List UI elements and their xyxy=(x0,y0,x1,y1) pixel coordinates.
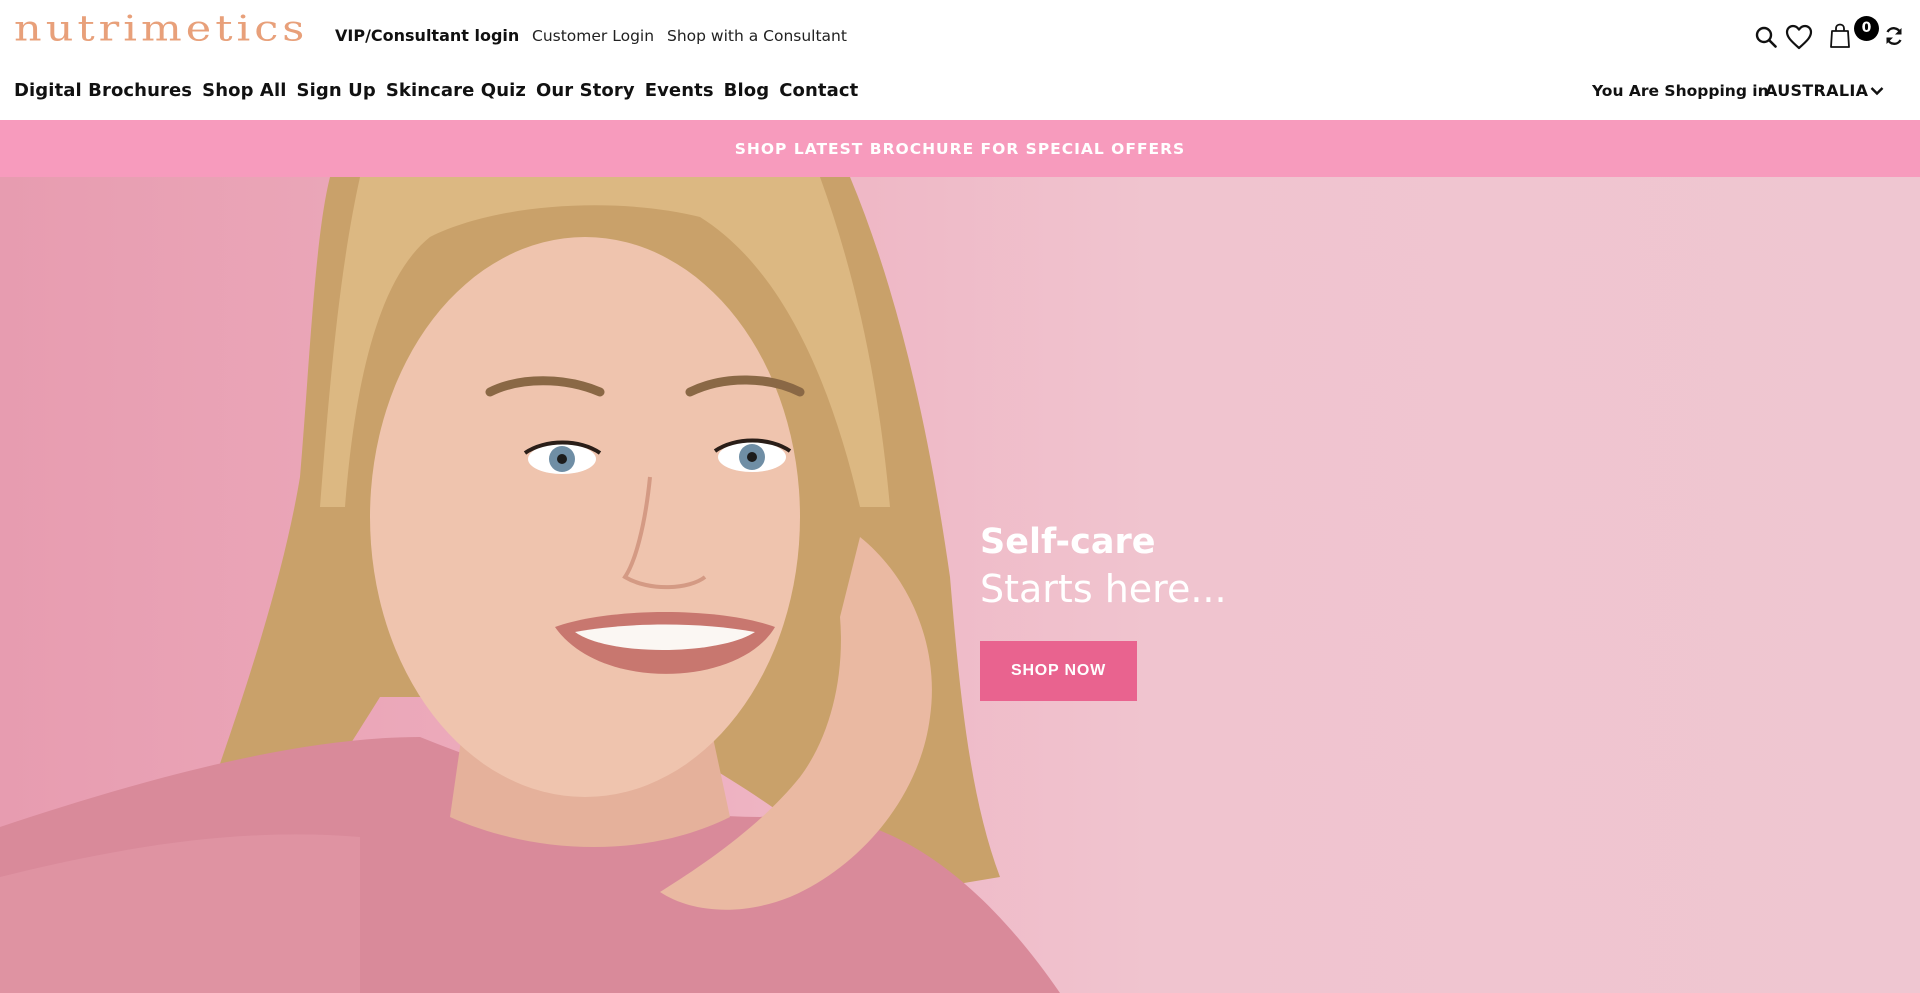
hero-heading: Self-care xyxy=(980,522,1156,562)
nav-item-digital-brochures[interactable]: Digital Brochures xyxy=(14,80,192,104)
shop-with-consultant-link[interactable]: Shop with a Consultant xyxy=(667,27,847,45)
refresh-icon[interactable] xyxy=(1884,26,1904,46)
nav-item-shop-all[interactable]: Shop All xyxy=(202,80,286,104)
nav-item-sign-up[interactable]: Sign Up xyxy=(297,80,376,104)
nav-item-our-story[interactable]: Our Story xyxy=(536,80,635,104)
promo-text: SHOP LATEST BROCHURE FOR SPECIAL OFFERS xyxy=(734,139,1186,158)
nav-item-events[interactable]: Events xyxy=(645,80,714,104)
nav-item-skincare-quiz[interactable]: Skincare Quiz xyxy=(386,80,526,104)
nav-item-contact[interactable]: Contact xyxy=(779,80,858,104)
brand-logo[interactable]: nutrimetics xyxy=(14,12,308,47)
customer-login-link[interactable]: Customer Login xyxy=(532,27,654,45)
promo-banner[interactable]: SHOP LATEST BROCHURE FOR SPECIAL OFFERS xyxy=(0,120,1920,177)
top-header: nutrimetics VIP/Consultant login Custome… xyxy=(0,0,1920,74)
shopping-in-label: You Are Shopping in xyxy=(1592,82,1769,100)
main-navigation: Digital Brochures Shop All Sign Up Skinc… xyxy=(14,80,858,104)
search-icon[interactable] xyxy=(1755,26,1777,48)
nav-item-blog[interactable]: Blog xyxy=(724,80,770,104)
chevron-down-icon xyxy=(1870,86,1884,95)
country-label: AUSTRALIA xyxy=(1765,81,1869,100)
hero-model-image xyxy=(0,177,1060,993)
hero-subheading: Starts here... xyxy=(980,567,1227,611)
hero-banner: Self-care Starts here... SHOP NOW xyxy=(0,177,1920,993)
heart-icon[interactable] xyxy=(1785,24,1813,50)
bag-icon[interactable] xyxy=(1827,22,1853,50)
cart-count-badge[interactable]: 0 xyxy=(1854,16,1879,41)
shop-now-button[interactable]: SHOP NOW xyxy=(980,641,1137,701)
vip-consultant-login-link[interactable]: VIP/Consultant login xyxy=(335,26,519,45)
country-selector[interactable]: AUSTRALIA xyxy=(1765,81,1884,100)
